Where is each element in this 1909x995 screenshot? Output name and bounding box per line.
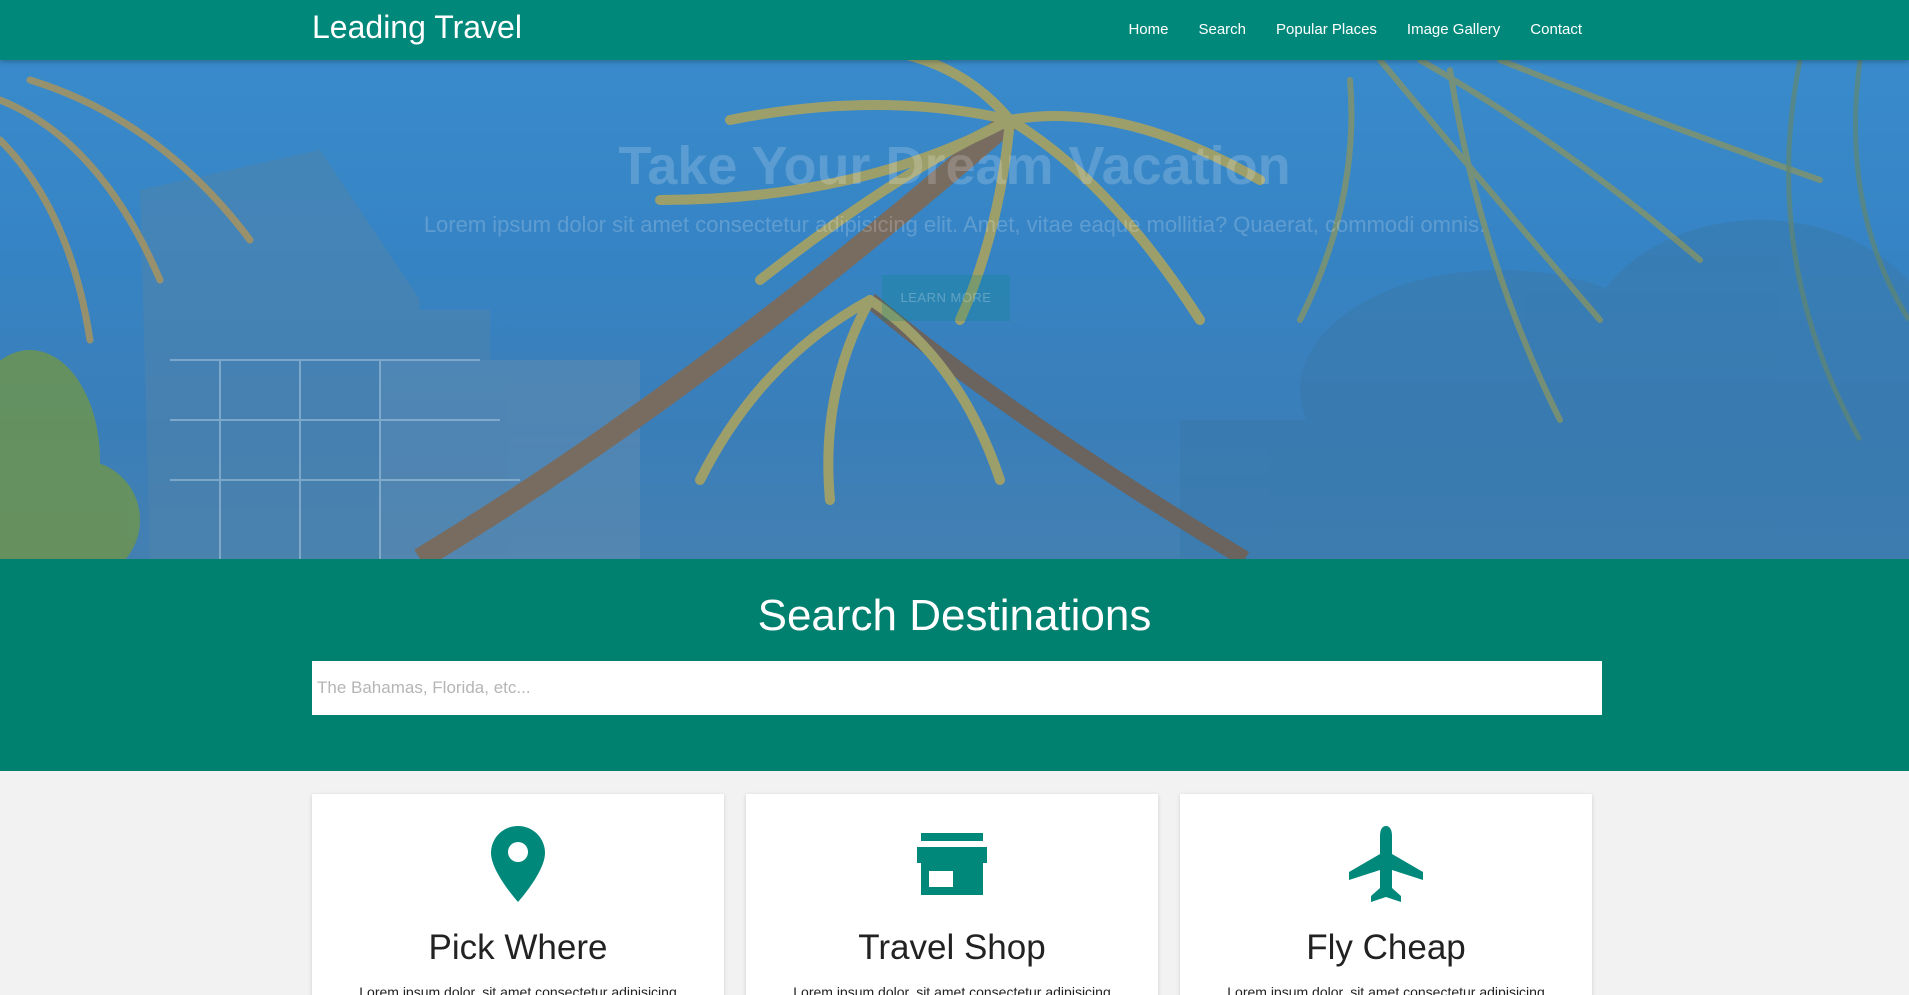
brand-logo[interactable]: Leading Travel	[312, 8, 522, 46]
nav-links: Home Search Popular Places Image Gallery…	[1113, 0, 1597, 60]
card-text: Lorem ipsum dolor, sit amet consectetur …	[1227, 984, 1545, 995]
card-pick-where: Pick Where Lorem ipsum dolor, sit amet c…	[312, 794, 724, 995]
hero-text: Lorem ipsum dolor sit amet consectetur a…	[423, 212, 1486, 237]
store-icon	[912, 824, 992, 904]
card-fly-cheap: Fly Cheap Lorem ipsum dolor, sit amet co…	[1180, 794, 1592, 995]
search-heading: Search Destinations	[757, 591, 1152, 640]
nav-link-home[interactable]: Home	[1113, 0, 1183, 60]
card-title: Pick Where	[428, 928, 608, 967]
card-title: Fly Cheap	[1306, 928, 1466, 967]
nav-link-image-gallery[interactable]: Image Gallery	[1392, 0, 1515, 60]
card-text: Lorem ipsum dolor, sit amet consectetur …	[359, 984, 677, 995]
card-text: Lorem ipsum dolor, sit amet consectetur …	[793, 984, 1111, 995]
search-section: Search Destinations	[0, 559, 1909, 771]
airplane-icon	[1346, 824, 1426, 904]
navbar: Leading Travel Home Search Popular Place…	[0, 0, 1909, 60]
map-marker-icon	[478, 824, 558, 904]
nav-link-popular-places[interactable]: Popular Places	[1261, 0, 1392, 60]
card-title: Travel Shop	[858, 928, 1046, 967]
hero-title: Take Your Dream Vacation	[618, 136, 1291, 196]
destination-search-input[interactable]	[312, 661, 1602, 715]
learn-more-button[interactable]: LEARN MORE	[882, 275, 1010, 321]
nav-link-search[interactable]: Search	[1183, 0, 1261, 60]
card-travel-shop: Travel Shop Lorem ipsum dolor, sit amet …	[746, 794, 1158, 995]
hero-section: Take Your Dream Vacation Lorem ipsum dol…	[0, 60, 1909, 559]
nav-link-contact[interactable]: Contact	[1515, 0, 1597, 60]
